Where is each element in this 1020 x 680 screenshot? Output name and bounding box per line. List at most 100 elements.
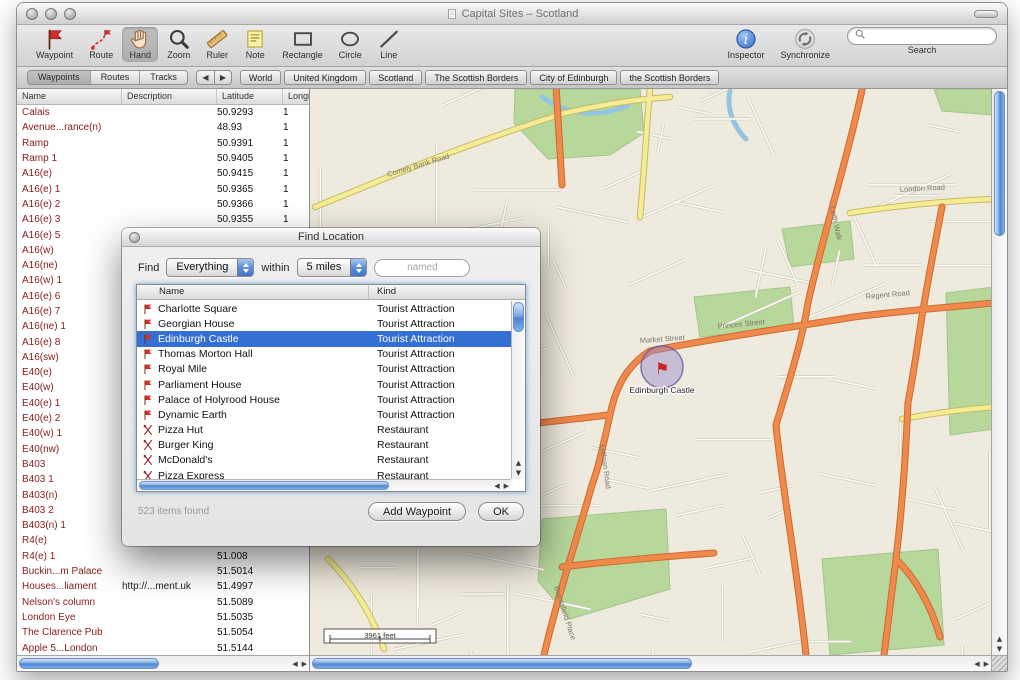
cell-name: A16(w) bbox=[22, 244, 54, 256]
tool-inspector-button[interactable]: i Inspector bbox=[720, 27, 771, 62]
category-popup[interactable]: Everything bbox=[166, 258, 255, 277]
tool-route-button[interactable]: Route bbox=[82, 27, 120, 62]
results-column-header-name[interactable]: Name bbox=[137, 285, 369, 299]
result-row[interactable]: Burger King Restaurant bbox=[137, 438, 511, 453]
scroll-down-icon[interactable]: ▼ bbox=[997, 645, 1002, 653]
table-row[interactable]: London Eye 51.5035 bbox=[17, 610, 309, 625]
column-header-name[interactable]: Name bbox=[17, 89, 122, 104]
close-button[interactable] bbox=[26, 7, 38, 20]
breadcrumb-item[interactable]: The Scottish Borders bbox=[425, 70, 528, 85]
search-input[interactable] bbox=[870, 30, 980, 42]
table-row[interactable]: Calais 50.9293 1 bbox=[17, 105, 309, 120]
table-row[interactable]: Avenue...rance(n) 48.93 1 bbox=[17, 120, 309, 135]
scroll-right-icon[interactable]: ▶ bbox=[984, 660, 989, 668]
results-horizontal-scrollbar[interactable]: ◀ ▶ bbox=[137, 479, 511, 491]
scroll-up-icon[interactable]: ▲ bbox=[997, 635, 1002, 643]
zoom-window-button[interactable] bbox=[64, 7, 76, 20]
tool-label: Rectangle bbox=[282, 50, 323, 60]
result-row[interactable]: Edinburgh Castle Tourist Attraction bbox=[137, 331, 511, 347]
result-row[interactable]: Thomas Morton Hall Tourist Attraction bbox=[137, 347, 511, 362]
add-waypoint-button[interactable]: Add Waypoint bbox=[368, 502, 467, 521]
tool-line-button[interactable]: Line bbox=[371, 27, 407, 62]
named-input[interactable] bbox=[374, 258, 471, 277]
ok-button[interactable]: OK bbox=[478, 502, 524, 521]
table-row[interactable]: Nelson's column 51.5089 bbox=[17, 595, 309, 610]
scroll-down-icon[interactable]: ▼ bbox=[516, 469, 521, 477]
result-row[interactable]: Dynamic Earth Tourist Attraction bbox=[137, 407, 511, 422]
sidebar-horizontal-scrollbar[interactable]: ◀ ▶ bbox=[17, 655, 309, 671]
history-arrows: ◀ ▶ bbox=[195, 70, 232, 85]
scrollbar-arrows[interactable]: ▲ ▼ bbox=[992, 635, 1007, 653]
result-row[interactable]: Palace of Holyrood House Tourist Attracti… bbox=[137, 392, 511, 407]
table-row[interactable]: A16(e) 3 50.9355 1 bbox=[17, 212, 309, 227]
scrollbar-arrows[interactable]: ◀ ▶ bbox=[494, 480, 509, 491]
tool-synchronize-button[interactable]: Synchronize bbox=[773, 27, 837, 62]
scroll-left-icon[interactable]: ◀ bbox=[974, 660, 979, 668]
scrollbar-arrows[interactable]: ▲ ▼ bbox=[512, 459, 525, 477]
scrollbar-thumb[interactable] bbox=[312, 658, 692, 669]
resize-grip[interactable] bbox=[992, 655, 1007, 671]
results-column-header-kind[interactable]: Kind bbox=[369, 285, 525, 299]
breadcrumb-item[interactable]: World bbox=[239, 70, 282, 85]
table-row[interactable]: Houses...liament http://...ment.uk 51.4997 bbox=[17, 579, 309, 594]
distance-popup[interactable]: 5 miles bbox=[296, 258, 368, 277]
result-row[interactable]: McDonald's Restaurant bbox=[137, 453, 511, 468]
tool-hand-button[interactable]: Hand bbox=[122, 27, 159, 62]
scrollbar-thumb[interactable] bbox=[513, 302, 524, 332]
breadcrumb-item[interactable]: Scotland bbox=[369, 70, 423, 85]
segment-waypoints[interactable]: Waypoints bbox=[28, 71, 91, 84]
dialog-close-button[interactable] bbox=[129, 232, 140, 243]
column-header-lon[interactable]: Longitude bbox=[283, 89, 309, 104]
scroll-left-icon[interactable]: ◀ bbox=[292, 660, 297, 668]
tool-waypoint-button[interactable]: Waypoint bbox=[29, 27, 80, 62]
scroll-right-icon[interactable]: ▶ bbox=[302, 660, 307, 668]
scrollbar-thumb[interactable] bbox=[19, 658, 159, 669]
back-button[interactable]: ◀ bbox=[195, 70, 214, 85]
table-row[interactable]: Buckin...m Palace 51.5014 bbox=[17, 564, 309, 579]
breadcrumb-item[interactable]: the Scottish Borders bbox=[620, 70, 720, 85]
breadcrumb-item[interactable]: United Kingdom bbox=[284, 70, 367, 85]
segment-tracks[interactable]: Tracks bbox=[140, 71, 187, 84]
table-row[interactable]: A16(e) 50.9415 1 bbox=[17, 166, 309, 181]
results-body: Charlotte Square Tourist Attraction Georgi… bbox=[137, 301, 511, 491]
table-row[interactable]: R4(e) 1 51.008 bbox=[17, 549, 309, 564]
map-vertical-scrollbar[interactable]: ▲ ▼ bbox=[992, 89, 1007, 655]
scrollbar-thumb[interactable] bbox=[139, 481, 389, 490]
table-row[interactable]: A16(e) 2 50.9366 1 bbox=[17, 197, 309, 212]
forward-button[interactable]: ▶ bbox=[213, 70, 232, 85]
tool-note-button[interactable]: Note bbox=[237, 27, 273, 62]
scroll-right-icon[interactable]: ▶ bbox=[504, 482, 509, 490]
table-row[interactable]: Ramp 1 50.9405 1 bbox=[17, 151, 309, 166]
column-header-desc[interactable]: Description bbox=[122, 89, 217, 104]
title-bar[interactable]: Capital Sites – Scotland bbox=[17, 3, 1007, 25]
scrollbar-arrows[interactable]: ◀ ▶ bbox=[292, 656, 307, 671]
table-row[interactable]: Apple 5...London 51.5144 bbox=[17, 640, 309, 655]
minimize-button[interactable] bbox=[45, 7, 57, 20]
flag-icon bbox=[142, 363, 155, 375]
result-row[interactable]: Parliament House Tourist Attraction bbox=[137, 377, 511, 392]
toolbar-toggle-button[interactable] bbox=[974, 10, 998, 18]
result-kind: Restaurant bbox=[377, 424, 429, 437]
table-row[interactable]: Ramp 50.9391 1 bbox=[17, 136, 309, 151]
map-horizontal-scrollbar[interactable]: ◀ ▶ bbox=[310, 655, 991, 671]
column-header-lat[interactable]: Latitude bbox=[217, 89, 283, 104]
scrollbar-thumb[interactable] bbox=[994, 91, 1005, 236]
tool-circle-button[interactable]: Circle bbox=[332, 27, 369, 62]
tool-rectangle-button[interactable]: Rectangle bbox=[275, 27, 330, 62]
tool-zoom-button[interactable]: Zoom bbox=[160, 27, 197, 62]
dialog-title-bar[interactable]: Find Location bbox=[122, 228, 540, 247]
scrollbar-arrows[interactable]: ◀ ▶ bbox=[974, 656, 989, 671]
scroll-up-icon[interactable]: ▲ bbox=[516, 459, 521, 467]
result-row[interactable]: Georgian House Tourist Attraction bbox=[137, 316, 511, 331]
result-row[interactable]: Royal Mile Tourist Attraction bbox=[137, 362, 511, 377]
result-row[interactable]: Pizza Hut Restaurant bbox=[137, 423, 511, 438]
results-vertical-scrollbar[interactable]: ▲ ▼ bbox=[511, 301, 525, 479]
segment-routes[interactable]: Routes bbox=[90, 71, 141, 84]
breadcrumb-item[interactable]: City of Edinburgh bbox=[530, 70, 618, 85]
tool-ruler-button[interactable]: Ruler bbox=[199, 27, 235, 62]
table-row[interactable]: The Clarence Pub 51.5054 bbox=[17, 625, 309, 640]
table-row[interactable]: A16(e) 1 50.9365 1 bbox=[17, 181, 309, 196]
search-field[interactable] bbox=[847, 27, 997, 45]
scroll-left-icon[interactable]: ◀ bbox=[494, 482, 499, 490]
result-row[interactable]: Charlotte Square Tourist Attraction bbox=[137, 301, 511, 316]
